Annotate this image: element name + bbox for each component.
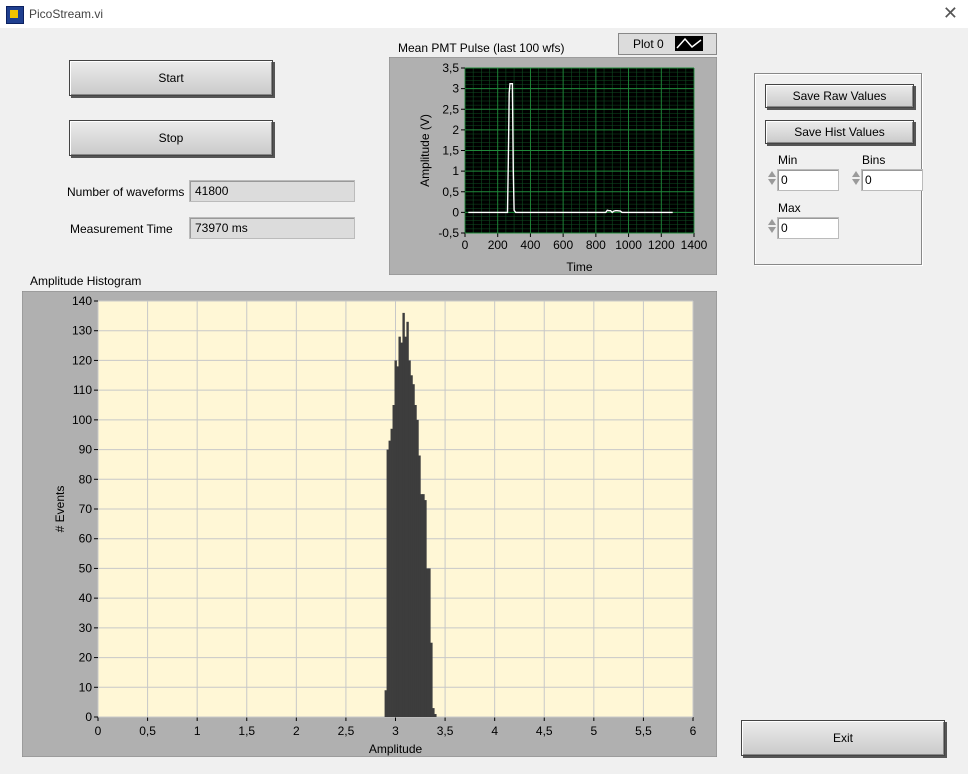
histogram-x-tick-label: 2,5 xyxy=(338,724,355,738)
pulse-x-tick-label: 1200 xyxy=(648,238,675,252)
histogram-x-tick-label: 1,5 xyxy=(238,724,255,738)
start-button-label: Start xyxy=(158,71,184,85)
waveforms-value: 41800 xyxy=(195,184,229,198)
increment-arrow-icon[interactable] xyxy=(768,219,776,225)
pulse-y-tick-label: 1,5 xyxy=(442,144,459,158)
min-numeric-control[interactable]: 0 xyxy=(767,169,839,191)
pulse-x-axis-label: Time xyxy=(566,260,593,274)
max-numeric-control[interactable]: 0 xyxy=(767,217,839,239)
pulse-x-tick-label: 400 xyxy=(520,238,540,252)
pulse-x-tick-label: 1000 xyxy=(615,238,642,252)
histogram-x-tick-label: 0 xyxy=(95,724,102,738)
histogram-x-tick-label: 3 xyxy=(392,724,399,738)
pulse-x-tick-label: 800 xyxy=(586,238,606,252)
decrement-arrow-icon[interactable] xyxy=(768,227,776,233)
min-spin-arrows[interactable] xyxy=(767,169,777,191)
pulse-chart: 0 200 400 600 800 1000 1200 1400-0,500,511,522,… xyxy=(389,57,717,275)
histogram-y-tick-label: 130 xyxy=(72,324,92,338)
histogram-x-tick-label: 5,5 xyxy=(635,724,652,738)
histogram-x-tick-label: 2 xyxy=(293,724,300,738)
bins-spin-arrows[interactable] xyxy=(851,169,861,191)
save-raw-values-label: Save Raw Values xyxy=(792,89,887,103)
pulse-y-tick-label: 3,5 xyxy=(442,61,459,75)
measurement-time-indicator: 73970 ms xyxy=(189,217,355,239)
histogram-x-tick-label: 3,5 xyxy=(437,724,454,738)
histogram-y-tick-label: 30 xyxy=(79,621,93,635)
pulse-y-tick-label: -0,5 xyxy=(438,226,459,240)
histogram-x-tick-label: 6 xyxy=(690,724,697,738)
pulse-y-tick-label: 1 xyxy=(452,164,459,178)
save-raw-values-button[interactable]: Save Raw Values xyxy=(765,84,914,108)
waveforms-indicator: 41800 xyxy=(189,180,355,202)
histogram-y-tick-label: 0 xyxy=(85,710,92,724)
pulse-y-axis-label: Amplitude (V) xyxy=(418,114,432,187)
histogram-y-tick-label: 40 xyxy=(79,591,93,605)
pulse-x-tick-label: 600 xyxy=(553,238,573,252)
increment-arrow-icon[interactable] xyxy=(852,171,860,177)
histogram-y-tick-label: 50 xyxy=(79,561,93,575)
plot-legend[interactable]: Plot 0 xyxy=(618,33,717,55)
histogram-x-tick-label: 5 xyxy=(590,724,597,738)
histogram-y-tick-label: 110 xyxy=(73,383,92,397)
bins-input[interactable]: 0 xyxy=(861,169,923,191)
histogram-x-tick-label: 4 xyxy=(491,724,498,738)
histogram-y-tick-label: 20 xyxy=(79,651,93,665)
histogram-x-tick-label: 0,5 xyxy=(139,724,156,738)
exit-button-label: Exit xyxy=(832,731,853,745)
decrement-arrow-icon[interactable] xyxy=(852,179,860,185)
pulse-chart-title: Mean PMT Pulse (last 100 wfs) xyxy=(398,41,565,55)
histogram-y-tick-label: 10 xyxy=(79,680,93,694)
increment-arrow-icon[interactable] xyxy=(768,171,776,177)
pulse-x-tick-label: 1400 xyxy=(681,238,708,252)
histogram-y-tick-label: 60 xyxy=(79,532,93,546)
legend-entry-plot-0: Plot 0 xyxy=(633,37,664,51)
save-hist-values-label: Save Hist Values xyxy=(794,125,885,139)
labview-vi-icon xyxy=(6,6,24,24)
measurement-time-label: Measurement Time xyxy=(70,222,173,236)
histogram-x-tick-label: 4,5 xyxy=(536,724,553,738)
histogram-y-axis-label: # Events xyxy=(53,486,67,533)
legend-line-swatch xyxy=(675,36,703,51)
histogram-y-tick-label: 140 xyxy=(72,294,92,308)
histogram-bar xyxy=(430,642,433,717)
histogram-y-tick-label: 100 xyxy=(72,413,92,427)
min-label: Min xyxy=(778,153,798,167)
pulse-y-tick-label: 3 xyxy=(452,82,459,96)
pulse-y-tick-label: 0,5 xyxy=(442,185,459,199)
decrement-arrow-icon[interactable] xyxy=(768,179,776,185)
stop-button-label: Stop xyxy=(158,131,184,145)
pulse-y-tick-label: 2 xyxy=(452,123,459,137)
measurement-time-value: 73970 ms xyxy=(195,221,248,235)
title-bar: PicoStream.vi ✕ xyxy=(0,0,968,28)
bins-label: Bins xyxy=(862,153,886,167)
window-title: PicoStream.vi xyxy=(29,7,104,21)
max-input[interactable]: 0 xyxy=(777,217,839,239)
histogram-x-axis-label: Amplitude xyxy=(369,742,423,756)
pulse-x-tick-label: 0 xyxy=(462,238,469,252)
waveforms-label: Number of waveforms xyxy=(67,185,185,199)
amplitude-histogram-chart: 0 0,5 1 1,5 2 2,5 3 3,5 4 4,5 5 5,5 6010203040506070… xyxy=(22,291,717,757)
save-hist-values-button[interactable]: Save Hist Values xyxy=(765,120,914,144)
bins-numeric-control[interactable]: 0 xyxy=(851,169,923,191)
histogram-bar xyxy=(434,714,437,717)
min-input[interactable]: 0 xyxy=(777,169,839,191)
histogram-y-tick-label: 120 xyxy=(72,353,92,367)
histogram-y-tick-label: 90 xyxy=(79,443,93,457)
histogram-y-tick-label: 70 xyxy=(79,502,93,516)
pulse-y-tick-label: 2,5 xyxy=(442,102,459,116)
pulse-y-tick-label: 0 xyxy=(452,205,459,219)
max-label: Max xyxy=(778,201,801,215)
exit-button[interactable]: Exit xyxy=(741,720,945,756)
close-icon[interactable]: ✕ xyxy=(943,3,958,24)
max-spin-arrows[interactable] xyxy=(767,217,777,239)
pulse-x-tick-label: 200 xyxy=(488,238,508,252)
legend-line-icon xyxy=(676,37,702,49)
histogram-title: Amplitude Histogram xyxy=(30,274,142,288)
stop-button[interactable]: Stop xyxy=(69,120,273,156)
start-button[interactable]: Start xyxy=(69,60,273,96)
histogram-x-tick-label: 1 xyxy=(194,724,201,738)
histogram-y-tick-label: 80 xyxy=(79,472,93,486)
